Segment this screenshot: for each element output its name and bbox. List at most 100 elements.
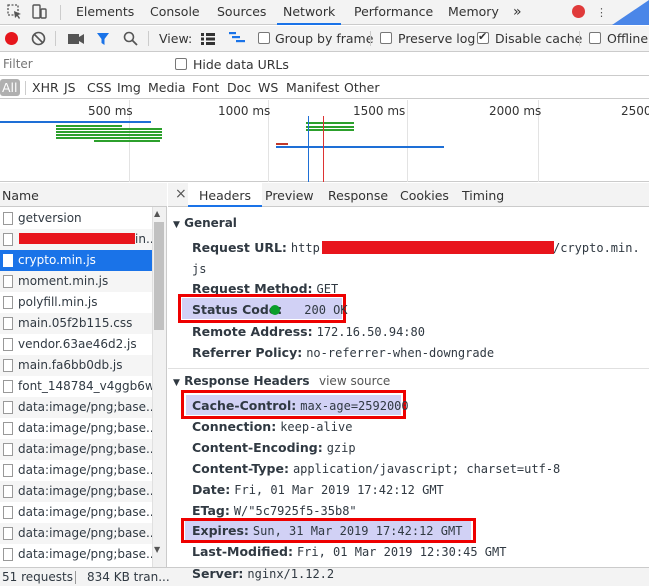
search-icon[interactable] [123,31,138,46]
type-img[interactable]: Img [117,80,141,95]
tick-label: 1500 ms [353,104,406,118]
more-tabs-button[interactable]: » [513,0,522,25]
list-item[interactable]: data:image/png;base... [0,523,152,544]
list-item[interactable]: in... [0,229,152,250]
timeline-bar [56,131,162,133]
file-icon [3,275,13,288]
offline-checkbox[interactable] [589,32,601,44]
type-doc[interactable]: Doc [227,80,251,95]
type-js[interactable]: JS [64,80,76,95]
divider [60,5,61,20]
list-item[interactable]: data:image/png;base... [0,481,152,502]
screenshot-camera-icon[interactable] [68,33,84,45]
list-item-selected[interactable]: crypto.min.js [0,250,152,271]
waterfall-overview-icon[interactable] [229,32,245,45]
tab-memory[interactable]: Memory [448,0,499,25]
view-source-link[interactable]: view source [319,374,390,388]
list-item[interactable]: main.fa6bb0db.js [0,355,152,376]
tab-headers[interactable]: Headers [188,183,263,207]
timeline-bar [56,128,162,130]
tab-timing[interactable]: Timing [462,188,504,203]
response-header-row: ETag: W/"5c7925f5-35b8" [192,503,357,518]
disable-cache-checkbox[interactable] [477,30,489,44]
list-item[interactable]: vendor.63ae46d2.js [0,334,152,355]
image-icon [3,548,13,561]
type-all[interactable]: All [2,80,18,95]
type-ws[interactable]: WS [258,80,278,95]
status-ok-dot-icon [270,305,280,315]
list-item[interactable]: data:image/png;base... [0,544,152,566]
preserve-log-checkbox[interactable] [380,32,392,44]
tab-response[interactable]: Response [328,188,388,203]
settings-icon[interactable]: ⋮ [596,6,607,19]
group-by-frame-checkbox[interactable] [258,32,270,44]
device-toolbar-icon[interactable] [30,3,48,21]
tab-network[interactable]: Network [277,0,342,25]
section-divider [168,368,649,369]
scrollbar-thumb[interactable] [154,222,164,330]
clear-icon[interactable] [31,31,46,46]
list-item[interactable]: data:image/png;base... [0,460,152,481]
view-label: View: [159,31,193,46]
detail-tab-bar: × Headers Preview Response Cookies Timin… [168,183,649,207]
hide-data-urls-checkbox[interactable] [175,58,187,70]
type-manifest[interactable]: Manifest [286,80,339,95]
filter-input[interactable] [0,54,162,74]
list-item[interactable]: main.05f2b115.css [0,313,152,334]
timeline-bar [0,121,151,123]
response-header-row: Content-Encoding: gzip [192,440,356,455]
tick-label: 2500 [621,104,649,118]
list-item[interactable]: data:image/png;base... [0,418,152,439]
image-icon [3,422,13,435]
tick-label: 1000 ms [218,104,271,118]
response-header-row: Connection: keep-alive [192,419,353,434]
tab-performance[interactable]: Performance [354,0,433,25]
group-by-frame-label: Group by frame [275,31,374,46]
type-font[interactable]: Font [192,80,219,95]
scroll-down-icon[interactable]: ▼ [154,545,160,554]
load-event-marker [323,116,324,182]
record-icon[interactable] [5,32,18,45]
collapse-triangle-icon: ▼ [173,220,180,230]
file-icon [3,359,13,372]
large-rows-icon[interactable] [201,33,215,45]
tab-console[interactable]: Console [150,0,200,25]
image-icon [3,464,13,477]
tab-preview[interactable]: Preview [265,188,314,203]
tab-cookies[interactable]: Cookies [400,188,449,203]
dom-content-loaded-marker [308,116,309,182]
timeline-bar [56,134,162,136]
gridline [407,100,408,182]
timeline-bar [56,137,162,139]
list-item[interactable]: data:image/png;base... [0,502,152,523]
scroll-up-icon[interactable]: ▲ [154,209,160,218]
image-icon [3,443,13,456]
list-item[interactable]: polyfill.min.js [0,292,152,313]
request-url-suffix: /crypto.min. [553,241,640,255]
list-item[interactable]: moment.min.js [0,271,152,292]
inspect-element-icon[interactable] [6,3,24,21]
timeline-bar [276,143,288,145]
timeline-bar [276,146,444,148]
list-item[interactable]: data:image/png;base... [0,439,152,460]
error-badge-icon[interactable] [572,5,585,18]
list-item[interactable]: font_148784_v4ggb6wr... [0,376,152,397]
tab-sources[interactable]: Sources [217,0,266,25]
tick-label: 500 ms [88,104,133,118]
response-headers-section-header[interactable]: ▼ Response Headers [173,374,310,388]
list-item[interactable]: data:image/png;base... [0,397,152,418]
type-other[interactable]: Other [344,80,380,95]
timeline-overview[interactable]: 500 ms 1000 ms 1500 ms 2000 ms 2500 [0,100,649,182]
filter-funnel-icon[interactable] [96,32,110,46]
list-item[interactable]: getversion [0,208,152,229]
type-css[interactable]: CSS [87,80,112,95]
file-icon [3,317,13,330]
referrer-policy-row: Referrer Policy: no-referrer-when-downgr… [192,345,495,360]
name-column-header[interactable]: Name [0,183,167,207]
close-detail-button[interactable]: × [175,186,187,202]
tab-elements[interactable]: Elements [76,0,134,25]
general-section-header[interactable]: ▼ General [173,216,237,230]
type-media[interactable]: Media [148,80,186,95]
type-xhr[interactable]: XHR [32,80,59,95]
devtools-tab-bar: Elements Console Sources Network Perform… [0,0,649,25]
